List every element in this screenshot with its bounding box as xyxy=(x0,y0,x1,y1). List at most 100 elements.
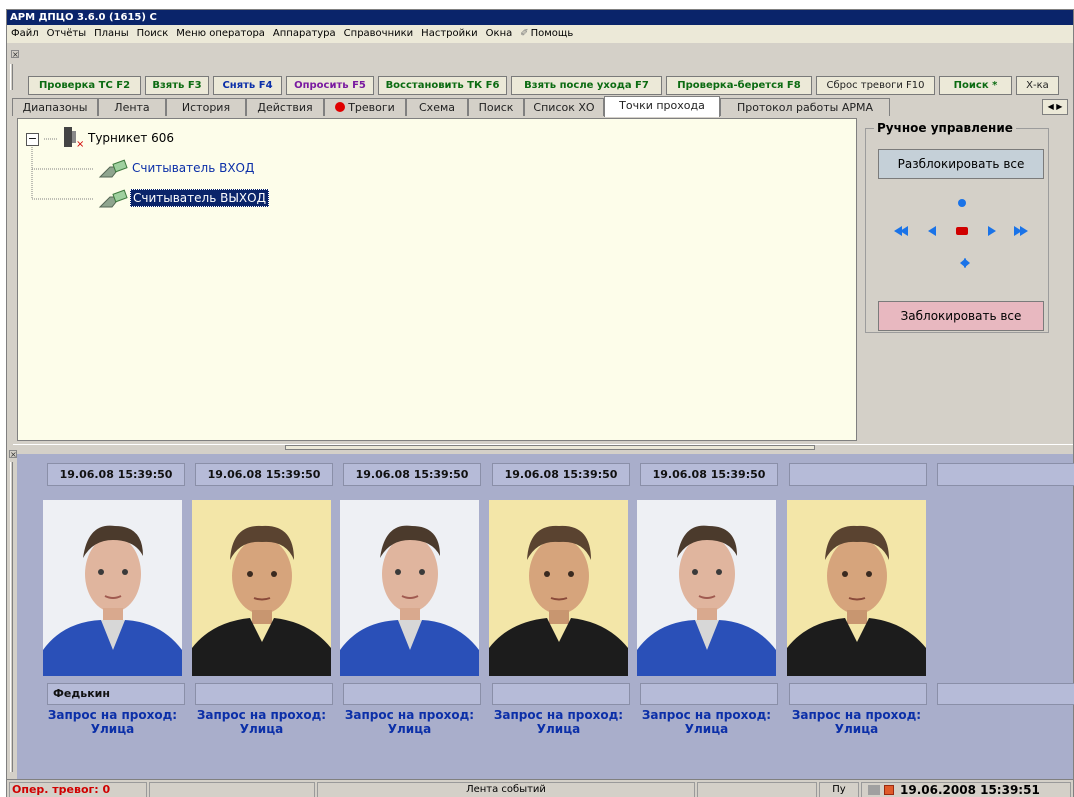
app-window: АРМ ДПЦО 3.6.0 (1615) С Файл Отчёты План… xyxy=(6,9,1074,797)
request-text-3: Запрос на проход: Улица xyxy=(340,708,479,736)
menu-plans[interactable]: Планы xyxy=(90,25,132,43)
alarm-status-icon xyxy=(884,785,894,795)
request-text-2: Запрос на проход: Улица xyxy=(192,708,331,736)
device-tree: − × Турникет 606 Считыватель ВХОД Считыв… xyxy=(17,118,857,441)
person-photo-a xyxy=(43,500,182,676)
photo-4[interactable] xyxy=(489,500,628,676)
menu-hardware[interactable]: Аппаратура xyxy=(269,25,340,43)
tab-xo-list[interactable]: Список ХО xyxy=(524,98,604,116)
check-arming-button[interactable]: Проверка-берется F8 xyxy=(666,76,812,95)
help-pin-icon: ✐ xyxy=(520,28,529,39)
person-name-5 xyxy=(640,683,778,705)
request-line: Запрос на проход: xyxy=(641,708,772,722)
photo-feed: 19.06.08 15:39:50 19.06.08 15:39:50 19.0… xyxy=(17,454,1074,781)
menu-operator[interactable]: Меню оператора xyxy=(172,25,269,43)
pu-status: Пу xyxy=(819,782,859,797)
poll-button[interactable]: Опросить F5 xyxy=(286,76,374,95)
person-name-7 xyxy=(937,683,1074,705)
tree-item-exit-selected[interactable]: Считыватель ВЫХОД xyxy=(130,189,269,207)
request-line: Запрос на проход: xyxy=(791,708,922,722)
tab-history[interactable]: История xyxy=(166,98,246,116)
timestamp-7 xyxy=(937,463,1074,486)
photo-3[interactable] xyxy=(340,500,479,676)
person-name-6 xyxy=(789,683,927,705)
tab-arm-log[interactable]: Протокол работы АРМА xyxy=(720,98,890,116)
menu-settings[interactable]: Настройки xyxy=(417,25,481,43)
unlock-all-button[interactable]: Разблокировать все xyxy=(878,149,1044,179)
photo-2[interactable] xyxy=(192,500,331,676)
collapse-icon[interactable]: − xyxy=(26,133,39,146)
toolbar-close-icon[interactable]: × xyxy=(11,50,19,59)
card-reader-icon xyxy=(98,189,128,211)
tab-search[interactable]: Поиск xyxy=(468,98,524,116)
menu-help-label: Помощь xyxy=(530,28,574,39)
lock-all-button[interactable]: Заблокировать все xyxy=(878,301,1044,331)
photo-1[interactable] xyxy=(43,500,182,676)
bottom-grip[interactable] xyxy=(10,462,13,772)
person-photo-a xyxy=(340,500,479,676)
menu-search[interactable]: Поиск xyxy=(133,25,173,43)
title-bar: АРМ ДПЦО 3.6.0 (1615) С xyxy=(7,10,1073,25)
tree-root-label[interactable]: Турникет 606 xyxy=(88,131,174,145)
request-line: Запрос на проход: xyxy=(344,708,475,722)
request-line: Запрос на проход: xyxy=(196,708,327,722)
menu-help[interactable]: ✐ Помощь xyxy=(516,25,577,43)
direction-controls xyxy=(894,199,1028,268)
photo-5[interactable] xyxy=(637,500,776,676)
alarm-dot-icon xyxy=(335,102,346,112)
person-name-4 xyxy=(492,683,630,705)
tab-scheme[interactable]: Схема xyxy=(406,98,468,116)
arm-after-leave-button[interactable]: Взять после ухода F7 xyxy=(511,76,662,95)
menu-reports[interactable]: Отчёты xyxy=(43,25,90,43)
person-photo-b xyxy=(489,500,628,676)
tab-actions[interactable]: Действия xyxy=(246,98,324,116)
toolbar-grip[interactable] xyxy=(10,64,13,90)
status-cell-empty-2 xyxy=(697,782,817,797)
tab-scroll-arrows[interactable]: ◀ ▶ xyxy=(1042,99,1068,115)
request-zone: Улица xyxy=(90,722,135,736)
request-zone: Улица xyxy=(684,722,729,736)
timestamp-2: 19.06.08 15:39:50 xyxy=(195,463,333,486)
photo-6[interactable] xyxy=(787,500,926,676)
card-reader-icon xyxy=(98,159,128,181)
timestamp-5: 19.06.08 15:39:50 xyxy=(640,463,778,486)
tab-feed[interactable]: Лента xyxy=(98,98,166,116)
arm-button[interactable]: Взять F3 xyxy=(145,76,209,95)
request-text-4: Запрос на проход: Улица xyxy=(489,708,628,736)
person-name-2 xyxy=(195,683,333,705)
request-zone: Улица xyxy=(239,722,284,736)
search-button[interactable]: Поиск * xyxy=(939,76,1012,95)
request-text-5: Запрос на проход: Улица xyxy=(637,708,776,736)
person-name-3 xyxy=(343,683,481,705)
restore-tk-button[interactable]: Восстановить ТК F6 xyxy=(378,76,507,95)
request-line: Запрос на проход: xyxy=(47,708,178,722)
characteristics-button[interactable]: Х-ка xyxy=(1016,76,1059,95)
svg-text:×: × xyxy=(76,139,84,149)
menu-bar: Файл Отчёты Планы Поиск Меню оператора А… xyxy=(7,25,1073,43)
status-clock: 19.06.2008 15:39:51 xyxy=(861,782,1071,797)
panel-splitter[interactable] xyxy=(13,444,1073,454)
request-zone: Улица xyxy=(536,722,581,736)
tab-access-points[interactable]: Точки прохода xyxy=(604,96,720,117)
event-feed-status: Лента событий xyxy=(317,782,695,797)
status-bar: Опер. тревог: 0 Лента событий Пу 19.06.2… xyxy=(7,779,1073,797)
splitter-handle[interactable] xyxy=(285,445,815,450)
timestamp-3: 19.06.08 15:39:50 xyxy=(343,463,481,486)
request-zone: Улица xyxy=(387,722,432,736)
menu-windows[interactable]: Окна xyxy=(482,25,517,43)
manual-control-group: Ручное управление Разблокировать все Заб… xyxy=(865,121,1049,333)
person-photo-b xyxy=(192,500,331,676)
menu-directories[interactable]: Справочники xyxy=(340,25,418,43)
request-zone: Улица xyxy=(834,722,879,736)
menu-file[interactable]: Файл xyxy=(7,25,43,43)
reset-alarm-button[interactable]: Сброс тревоги F10 xyxy=(816,76,935,95)
check-ts-button[interactable]: Проверка ТС F2 xyxy=(28,76,141,95)
disarm-button[interactable]: Снять F4 xyxy=(213,76,282,95)
tab-alarms[interactable]: Тревоги xyxy=(324,98,406,116)
bottom-close-icon[interactable]: × xyxy=(9,450,17,459)
toolbar: × Проверка ТС F2 Взять F3 Снять F4 Опрос… xyxy=(7,48,1073,95)
network-icon xyxy=(868,785,880,795)
tree-item-entry[interactable]: Считыватель ВХОД xyxy=(132,161,254,175)
tab-ranges[interactable]: Диапазоны xyxy=(12,98,98,116)
datetime-text: 19.06.2008 15:39:51 xyxy=(900,783,1040,797)
